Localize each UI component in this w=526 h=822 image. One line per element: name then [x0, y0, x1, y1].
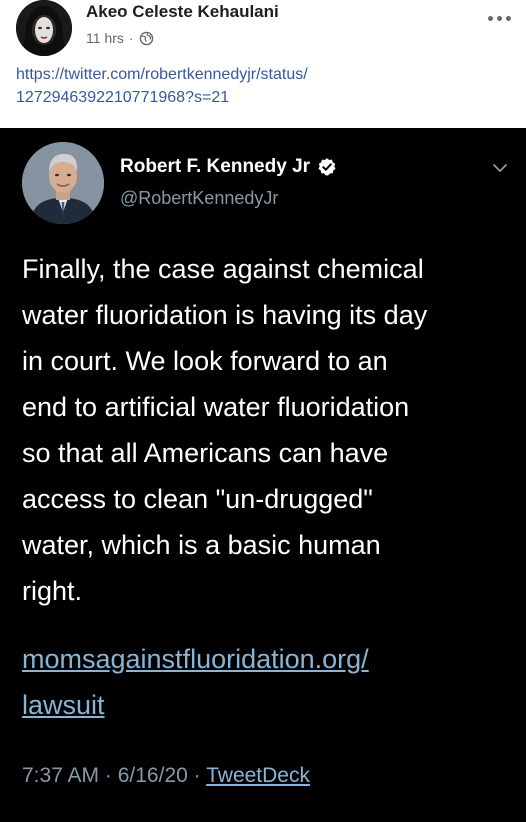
footer-separator: ·: [99, 764, 118, 787]
tweet-text-line: right.: [22, 576, 83, 606]
tweet-text-line: so that all Americans can have: [22, 438, 389, 468]
verified-badge-icon: [318, 158, 336, 176]
author-name[interactable]: Akeo Celeste Kehaulani: [86, 2, 279, 22]
shared-link-line: 1272946392210771968?s=21: [16, 89, 230, 106]
tweet-text-line: water, which is a basic human: [22, 530, 381, 560]
tweet-source-link[interactable]: TweetDeck: [206, 764, 310, 787]
tweet-date[interactable]: 6/16/20: [118, 764, 188, 787]
tweet-author-name-text: Robert F. Kennedy Jr: [120, 156, 311, 177]
tweet-text-line: in court. We look forward to an: [22, 346, 388, 376]
shared-link[interactable]: https://twitter.com/robertkennedyjr/stat…: [16, 63, 506, 109]
footer-separator: ·: [187, 764, 207, 787]
facebook-post-header: Akeo Celeste Kehaulani 11 hrs · https://…: [0, 0, 526, 128]
tweet-link-line: lawsuit: [22, 690, 105, 720]
tweet-link[interactable]: momsagainstfluoridation.org/ lawsuit: [22, 636, 512, 728]
tweet-time[interactable]: 7:37 AM: [22, 764, 99, 787]
tweet-card: Robert F. Kennedy Jr @RobertKennedyJr Fi…: [0, 128, 526, 822]
post-meta: 11 hrs ·: [86, 30, 154, 46]
tweet-text-line: access to clean "un-drugged": [22, 484, 373, 514]
tweet-timestamp-row: 7:37 AM · 6/16/20 · TweetDeck: [22, 764, 310, 788]
author-avatar[interactable]: [16, 0, 72, 56]
chevron-down-icon[interactable]: [492, 162, 508, 174]
tweet-author-name[interactable]: Robert F. Kennedy Jr: [120, 156, 337, 178]
tweet-link-line: momsagainstfluoridation.org/: [22, 644, 369, 674]
tweet-text-line: water fluoridation is having its day: [22, 300, 428, 330]
tweet-author-avatar[interactable]: [22, 142, 104, 224]
globe-icon: [139, 31, 153, 45]
tweet-text: Finally, the case against chemical water…: [22, 246, 512, 614]
more-options-icon[interactable]: [484, 10, 514, 26]
post-time[interactable]: 11 hrs: [86, 30, 124, 46]
shared-link-line: https://twitter.com/robertkennedyjr/stat…: [16, 66, 308, 83]
tweet-text-line: Finally, the case against chemical: [22, 254, 424, 284]
tweet-author-handle[interactable]: @RobertKennedyJr: [120, 188, 278, 209]
meta-separator: ·: [128, 30, 134, 46]
tweet-text-line: end to artificial water fluoridation: [22, 392, 410, 422]
